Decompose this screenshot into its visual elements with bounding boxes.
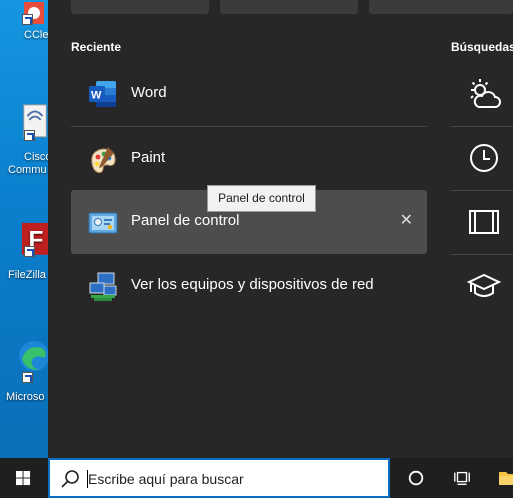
tooltip: Panel de control: [207, 185, 316, 212]
control-panel-icon: [88, 212, 118, 234]
desktop-icon-label: CCle: [24, 29, 49, 41]
recent-item-paint[interactable]: Paint: [71, 127, 427, 191]
quick-search-education[interactable]: [451, 254, 513, 318]
clock-icon: [470, 144, 498, 172]
quick-search-weather[interactable]: [451, 62, 513, 126]
top-card[interactable]: [71, 0, 209, 14]
desktop-icon-label: Microso: [6, 391, 45, 403]
recent-item-word[interactable]: W Word: [71, 62, 427, 126]
quick-search-clock[interactable]: [451, 126, 513, 190]
shortcut-arrow-icon: [24, 130, 35, 141]
recent-item-label: Panel de control: [131, 212, 240, 229]
edge-icon: [19, 341, 49, 371]
desktop-icon-label: Commu: [8, 164, 47, 176]
start-button[interactable]: [0, 458, 48, 498]
film-icon: [469, 210, 499, 234]
top-card[interactable]: [220, 0, 358, 14]
desktop-icon-edge[interactable]: Microso: [0, 334, 49, 404]
task-view-button[interactable]: [438, 458, 484, 498]
word-icon: W: [89, 81, 116, 107]
svg-text:W: W: [91, 90, 102, 102]
shortcut-arrow-icon: [24, 246, 35, 257]
file-explorer-button[interactable]: [484, 458, 513, 498]
search-placeholder: Escribe aquí para buscar: [88, 471, 244, 487]
network-devices-icon: [89, 272, 117, 301]
cortana-button[interactable]: [392, 458, 438, 498]
recent-section-title: Reciente: [71, 40, 122, 54]
recent-item-label: Ver los equipos y dispositivos de red: [131, 276, 374, 293]
weather-icon: [470, 79, 501, 108]
quick-search-movies[interactable]: [451, 190, 513, 254]
shortcut-arrow-icon: [22, 14, 33, 25]
shortcut-arrow-icon: [22, 372, 33, 383]
desktop-icon-label: FileZilla: [8, 269, 46, 281]
graduation-cap-icon: [467, 273, 501, 297]
task-view-icon: [454, 471, 470, 485]
taskbar-search-box[interactable]: Escribe aquí para buscar: [48, 458, 390, 498]
search-icon: [61, 470, 79, 488]
desktop-icon-cisco[interactable]: Cisco Commu: [0, 98, 52, 182]
paint-icon: [91, 147, 116, 174]
file-explorer-icon: [499, 472, 513, 485]
desktop-icon-ccleaner[interactable]: CCle: [0, 0, 48, 44]
quick-searches-list: [451, 0, 513, 458]
search-panel: Reciente W Word Paint Panel de control ✕…: [48, 0, 513, 458]
cortana-icon: [408, 470, 424, 486]
recent-item-label: Paint: [131, 149, 166, 166]
desktop-icon-filezilla[interactable]: F FileZilla: [0, 216, 49, 286]
taskbar: Escribe aquí para buscar: [0, 458, 513, 498]
recent-item-label: Word: [131, 84, 167, 101]
top-cards: [48, 0, 513, 14]
recent-item-network-devices[interactable]: Ver los equipos y dispositivos de red: [71, 254, 427, 318]
start-icon: [16, 471, 31, 486]
remove-recent-button[interactable]: ✕: [400, 212, 413, 230]
